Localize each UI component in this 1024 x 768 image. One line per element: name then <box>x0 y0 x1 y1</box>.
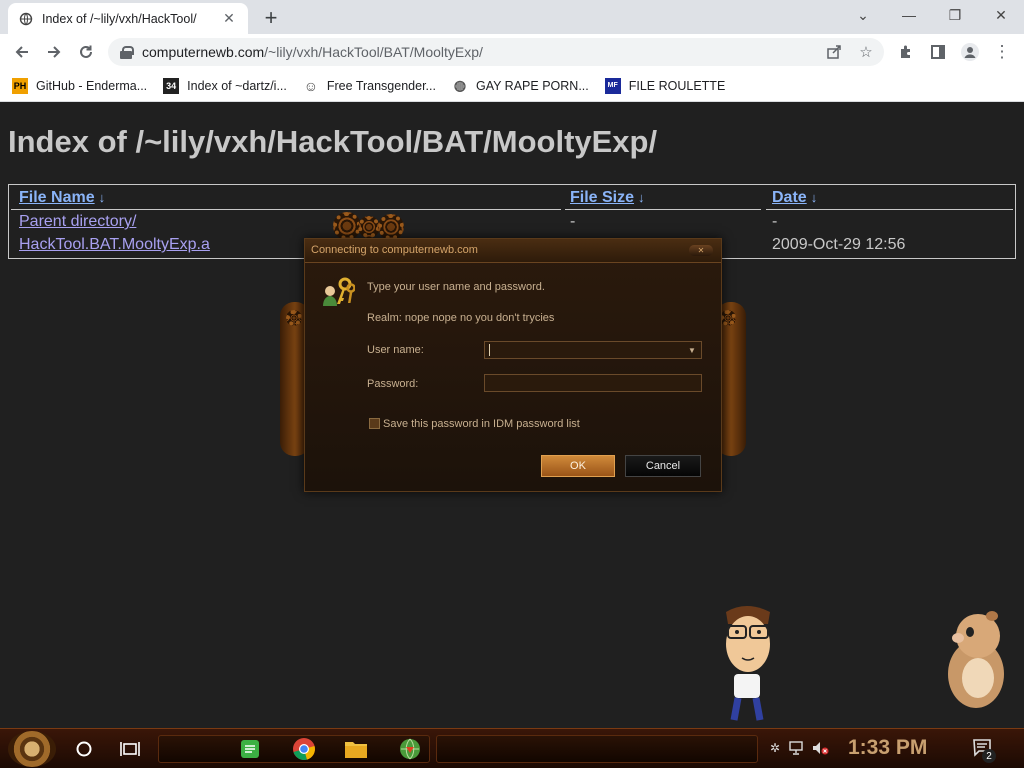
taskbar-app-strip <box>436 735 758 763</box>
idm-app-icon[interactable] <box>396 735 424 763</box>
restore-button[interactable]: ❐ <box>932 0 978 30</box>
bookmark-github[interactable]: PH GitHub - Enderma... <box>12 77 148 94</box>
browser-toolbar: computernewb.com/~lily/vxh/HackTool/BAT/… <box>0 34 1024 70</box>
header-divider <box>766 209 1013 210</box>
url-path: /~lily/vxh/HackTool/BAT/MooltyExp/ <box>264 44 483 60</box>
extensions-puzzle-icon[interactable] <box>892 38 920 66</box>
bookmarks-bar: PH GitHub - Enderma... 34 Index of ~dart… <box>0 70 1024 102</box>
sort-arrow-icon: ↓ <box>98 190 106 205</box>
volume-muted-icon[interactable] <box>812 739 830 757</box>
gear-ornament-icon <box>358 216 380 238</box>
realm-text: Realm: nope nope no you don't trycies <box>367 312 555 324</box>
save-password-checkbox[interactable] <box>369 418 380 429</box>
ph-favicon-icon: PH <box>12 77 28 94</box>
bookmark-free-transgender[interactable]: ☺ Free Transgender... <box>303 78 436 94</box>
minimize-button[interactable]: — <box>886 0 932 30</box>
menu-kebab-icon[interactable]: ⋮ <box>988 38 1016 66</box>
dialog-prompt: Type your user name and password. <box>367 281 545 293</box>
notes-app-icon[interactable] <box>236 735 264 763</box>
ok-button[interactable]: OK <box>541 455 615 477</box>
sort-arrow-icon: ↓ <box>810 190 818 205</box>
dialog-titlebar[interactable]: Connecting to computernewb.com ✕ <box>305 239 721 263</box>
url-text[interactable]: computernewb.com/~lily/vxh/HackTool/BAT/… <box>142 44 483 60</box>
gear-tray-icon[interactable]: ✲ <box>766 739 784 757</box>
new-tab-button[interactable]: + <box>258 5 284 31</box>
password-label: Password: <box>367 378 419 390</box>
reload-icon[interactable] <box>72 38 100 66</box>
gear-ornament-icon <box>720 310 736 326</box>
taskbar-clock[interactable]: 1:33 PM <box>848 736 927 760</box>
parent-directory-link[interactable]: Parent directory/ <box>19 213 136 231</box>
start-button-icon[interactable] <box>8 731 56 767</box>
bookmark-index-dartz[interactable]: 34 Index of ~dartz/i... <box>163 77 287 94</box>
back-arrow-icon[interactable] <box>8 38 36 66</box>
cartoon-man-mascot <box>716 602 780 731</box>
tab-search-icon[interactable]: ⌄ <box>840 0 886 30</box>
taskbar: ✲ 1:33 PM 2 <box>0 728 1024 768</box>
gear-ornament-icon <box>378 214 404 240</box>
bookmark-label: GAY RAPE PORN... <box>475 78 589 93</box>
save-password-label[interactable]: Save this password in IDM password list <box>383 418 580 430</box>
date-cell: 2009-Oct-29 12:56 <box>772 236 906 253</box>
notification-count-badge: 2 <box>982 749 996 763</box>
file-size-cell: - <box>570 213 576 230</box>
column-label: File Size <box>570 189 635 206</box>
chrome-icon[interactable] <box>290 735 318 763</box>
bookmark-label: FILE ROULETTE <box>628 78 726 93</box>
browser-tab[interactable]: Index of /~lily/vxh/HackTool/ ✕ <box>8 3 248 34</box>
tab-close-icon[interactable]: ✕ <box>220 10 238 28</box>
column-label: Date <box>772 189 807 206</box>
cancel-button[interactable]: Cancel <box>625 455 701 477</box>
tab-strip: Index of /~lily/vxh/HackTool/ ✕ + ⌄ — ❐ … <box>0 0 1024 34</box>
dialog-title: Connecting to computernewb.com <box>311 244 478 256</box>
dartz-favicon-icon: 34 <box>163 77 180 94</box>
tab-title: Index of /~lily/vxh/HackTool/ <box>42 11 197 26</box>
gear-ornament-icon <box>286 310 302 326</box>
password-field[interactable] <box>484 374 702 392</box>
bookmark-label: GitHub - Enderma... <box>36 78 148 93</box>
column-header-date[interactable]: Date ↓ <box>772 189 817 207</box>
address-bar[interactable]: computernewb.com/~lily/vxh/HackTool/BAT/… <box>108 38 884 66</box>
date-cell: - <box>772 213 778 230</box>
file-roulette-favicon-icon: MF <box>604 77 621 94</box>
header-divider <box>11 209 561 210</box>
column-label: File Name <box>19 189 95 206</box>
auth-dialog: Connecting to computernewb.com ✕ Type yo… <box>304 238 722 492</box>
sort-arrow-icon: ↓ <box>638 190 645 205</box>
header-divider <box>565 209 761 210</box>
profile-avatar-icon[interactable] <box>956 38 984 66</box>
search-circle-icon[interactable] <box>70 735 98 763</box>
side-panel-icon[interactable] <box>924 38 952 66</box>
task-view-icon[interactable] <box>116 735 144 763</box>
smiley-favicon-icon: ☺ <box>303 77 319 94</box>
bookmark-file-roulette[interactable]: MF FILE ROULETTE <box>604 77 726 94</box>
globe-favicon-icon: ◍ <box>453 77 467 93</box>
bookmark-label: Free Transgender... <box>326 78 436 93</box>
file-explorer-icon[interactable] <box>342 735 370 763</box>
hamster-mascot <box>940 606 1010 715</box>
column-header-file-size[interactable]: File Size ↓ <box>570 189 645 207</box>
url-host: computernewb.com <box>142 44 265 60</box>
close-window-button[interactable]: ✕ <box>978 0 1024 30</box>
page-title: Index of /~lily/vxh/HackTool/BAT/MooltyE… <box>8 124 658 159</box>
keys-user-icon <box>321 277 356 307</box>
username-combobox[interactable]: ▼ <box>484 341 702 359</box>
forward-arrow-icon[interactable] <box>40 38 68 66</box>
bookmark-gay-rape[interactable]: ◍ GAY RAPE PORN... <box>452 77 589 94</box>
column-header-file-name[interactable]: File Name ↓ <box>19 189 105 207</box>
dropdown-arrow-icon[interactable]: ▼ <box>685 343 699 357</box>
file-link[interactable]: HackTool.BAT.MooltyExp.a <box>19 236 210 254</box>
globe-favicon-icon <box>18 11 34 27</box>
share-icon[interactable] <box>824 42 844 62</box>
lock-icon[interactable] <box>120 46 134 59</box>
dialog-close-icon[interactable]: ✕ <box>689 245 713 256</box>
bookmark-label: Index of ~dartz/i... <box>187 78 287 93</box>
bookmark-star-icon[interactable]: ☆ <box>856 42 876 62</box>
gear-ornament-icon <box>333 212 361 240</box>
username-label: User name: <box>367 344 424 356</box>
network-icon[interactable] <box>788 739 806 757</box>
text-caret <box>489 344 490 356</box>
